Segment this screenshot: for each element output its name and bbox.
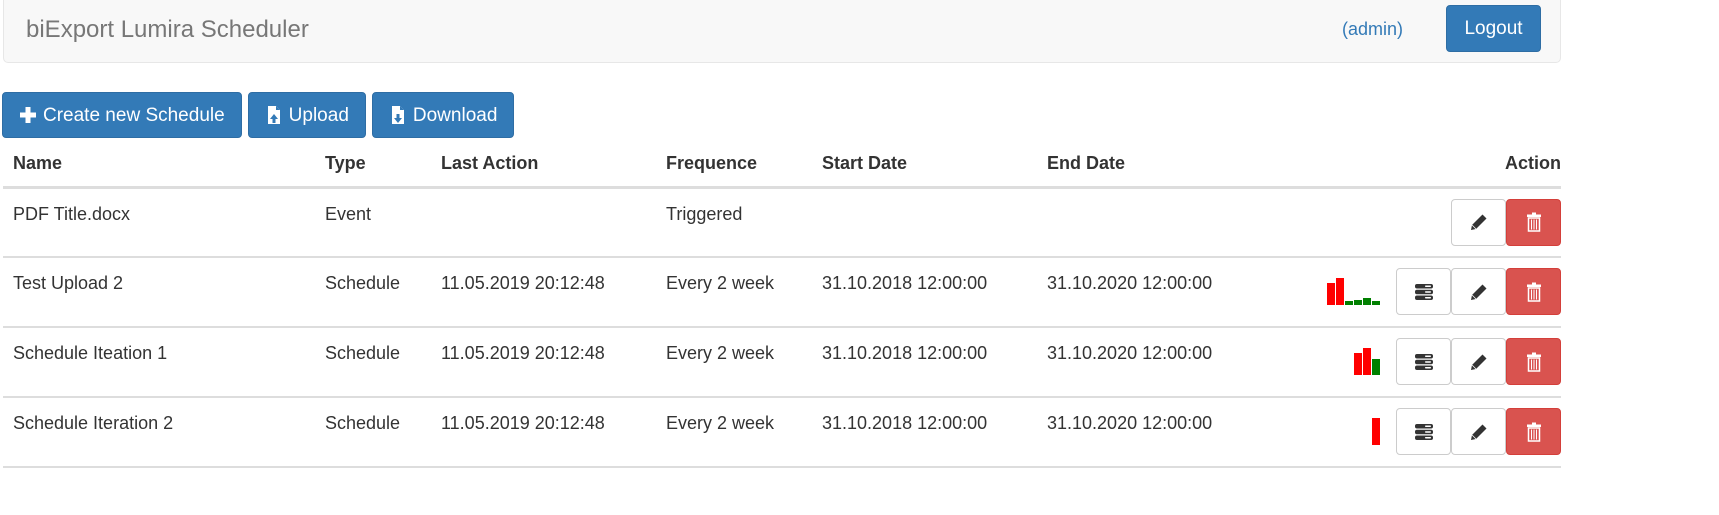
cell-action: [1262, 257, 1561, 328]
sparkline-bar-success: [1372, 301, 1380, 305]
cell-type: Event: [315, 187, 431, 258]
cell-type: Schedule: [315, 257, 431, 328]
cell-end-date: 31.10.2020 12:00:00: [1037, 397, 1262, 468]
schedule-table: Name Type Last Action Frequence Start Da…: [3, 141, 1561, 468]
download-label: Download: [412, 104, 498, 126]
pencil-icon: [1470, 354, 1486, 370]
logout-button[interactable]: Logout: [1446, 5, 1541, 52]
cell-type: Schedule: [315, 327, 431, 398]
upload-button[interactable]: Upload: [247, 92, 366, 138]
file-download-icon: [391, 106, 404, 124]
create-schedule-button[interactable]: Create new Schedule: [2, 92, 242, 138]
history-button[interactable]: [1396, 408, 1451, 455]
cell-last-action: [431, 187, 656, 258]
header-type[interactable]: Type: [315, 141, 431, 189]
trash-icon: [1526, 282, 1541, 302]
cell-last-action: 11.05.2019 20:12:48: [431, 327, 656, 398]
trash-icon: [1526, 422, 1541, 442]
pencil-icon: [1470, 284, 1486, 300]
history-sparkline: [1327, 278, 1380, 305]
sparkline-bar-success: [1363, 298, 1371, 305]
download-button[interactable]: Download: [371, 92, 515, 138]
cell-name: Test Upload 2: [3, 257, 315, 328]
cell-end-date: 31.10.2020 12:00:00: [1037, 327, 1262, 398]
delete-button[interactable]: [1506, 198, 1561, 246]
server-list-icon: [1414, 353, 1433, 370]
edit-button[interactable]: [1451, 198, 1506, 246]
top-navbar: biExport Lumira Scheduler (admin) Logout: [3, 0, 1561, 63]
cell-start-date: 31.10.2018 12:00:00: [812, 397, 1037, 468]
table-row: Schedule Iteation 1 Schedule 11.05.2019 …: [3, 327, 1561, 398]
edit-button[interactable]: [1451, 408, 1506, 455]
sparkline-bar-success: [1345, 301, 1353, 305]
edit-button[interactable]: [1451, 338, 1506, 385]
cell-end-date: 31.10.2020 12:00:00: [1037, 257, 1262, 328]
sparkline-bar-fail: [1336, 278, 1344, 305]
cell-name: Schedule Iteation 1: [3, 327, 315, 398]
header-start-date[interactable]: Start Date: [812, 141, 1037, 189]
history-sparkline: [1372, 418, 1380, 445]
sparkline-bar-success: [1372, 359, 1380, 375]
cell-start-date: 31.10.2018 12:00:00: [812, 327, 1037, 398]
cell-last-action: 11.05.2019 20:12:48: [431, 257, 656, 328]
upload-label: Upload: [288, 104, 349, 126]
create-schedule-label: Create new Schedule: [43, 104, 225, 126]
cell-start-date: [812, 187, 1037, 258]
cell-action: [1262, 187, 1561, 258]
cell-frequence: Every 2 week: [656, 257, 812, 328]
sparkline-bar-fail: [1363, 348, 1371, 375]
history-button[interactable]: [1396, 268, 1451, 315]
cell-action: [1262, 327, 1561, 398]
sparkline-bar-fail: [1354, 353, 1362, 375]
cell-action: [1262, 397, 1561, 468]
delete-button[interactable]: [1506, 338, 1561, 385]
cell-frequence: Triggered: [656, 187, 812, 258]
table-row: PDF Title.docx Event Triggered: [3, 187, 1561, 258]
sparkline-bar-success: [1354, 300, 1362, 305]
toolbar: Create new Schedule Upload Download: [2, 92, 515, 138]
cell-frequence: Every 2 week: [656, 327, 812, 398]
cell-name: Schedule Iteration 2: [3, 397, 315, 468]
sparkline-bar-fail: [1372, 418, 1380, 445]
pencil-icon: [1470, 424, 1486, 440]
header-action: Action: [1262, 141, 1561, 189]
app-title: biExport Lumira Scheduler: [26, 16, 309, 43]
table-row: Test Upload 2 Schedule 11.05.2019 20:12:…: [3, 257, 1561, 328]
header-frequence[interactable]: Frequence: [656, 141, 812, 189]
cell-end-date: [1037, 187, 1262, 258]
cell-frequence: Every 2 week: [656, 397, 812, 468]
delete-button[interactable]: [1506, 408, 1561, 455]
plus-icon: [20, 107, 36, 123]
cell-last-action: 11.05.2019 20:12:48: [431, 397, 656, 468]
delete-button[interactable]: [1506, 268, 1561, 315]
edit-button[interactable]: [1451, 268, 1506, 315]
history-sparkline: [1354, 348, 1380, 375]
server-list-icon: [1414, 423, 1433, 440]
file-upload-icon: [267, 106, 280, 124]
header-name[interactable]: Name: [3, 141, 315, 189]
user-link[interactable]: (admin): [1342, 19, 1403, 40]
history-button[interactable]: [1396, 338, 1451, 385]
pencil-icon: [1470, 214, 1486, 230]
header-last-action[interactable]: Last Action: [431, 141, 656, 189]
table-header-row: Name Type Last Action Frequence Start Da…: [3, 141, 1561, 189]
sparkline-bar-fail: [1327, 283, 1335, 305]
cell-start-date: 31.10.2018 12:00:00: [812, 257, 1037, 328]
trash-icon: [1526, 212, 1541, 232]
trash-icon: [1526, 352, 1541, 372]
cell-type: Schedule: [315, 397, 431, 468]
header-end-date[interactable]: End Date: [1037, 141, 1262, 189]
server-list-icon: [1414, 283, 1433, 300]
table-row: Schedule Iteration 2 Schedule 11.05.2019…: [3, 397, 1561, 468]
cell-name: PDF Title.docx: [3, 187, 315, 258]
